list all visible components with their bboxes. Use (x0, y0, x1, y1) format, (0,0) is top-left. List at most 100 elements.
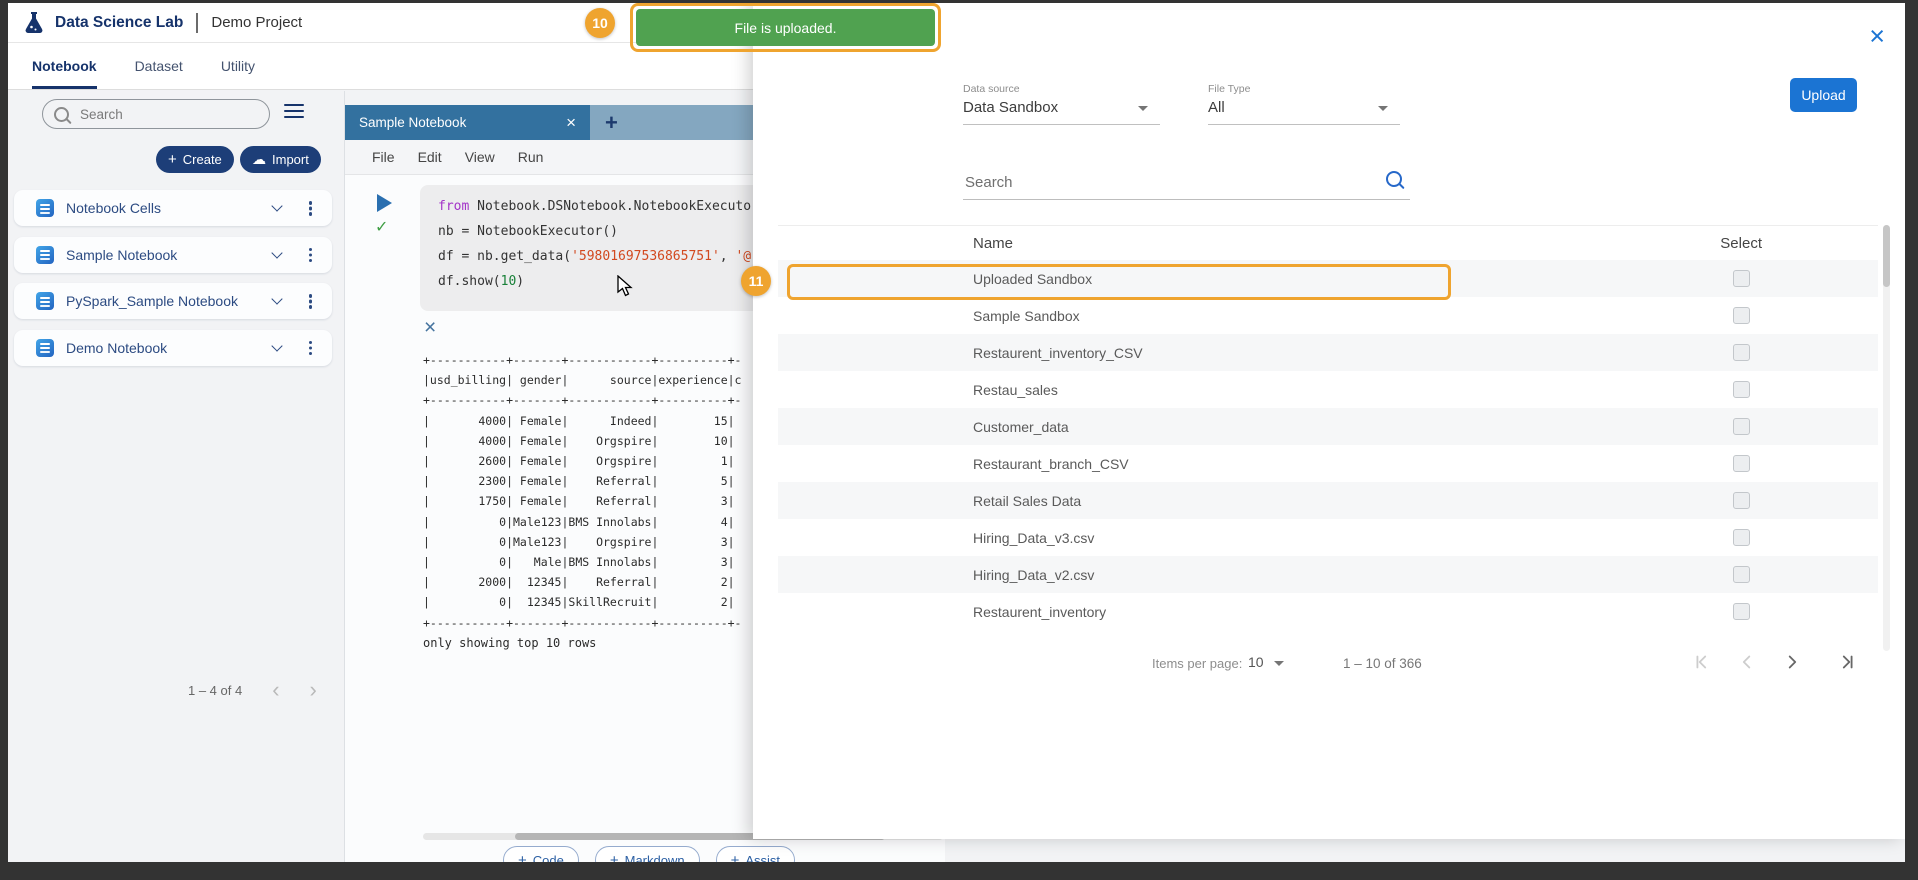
add-cell-button-label: Assist (745, 853, 780, 863)
code-line: nb = NotebookExecutor() (438, 219, 751, 244)
table-row[interactable]: Retail Sales Data (778, 482, 1878, 519)
nav-tab[interactable]: Notebook (32, 43, 97, 89)
file-name: Restaurent_inventory_CSV (973, 345, 1733, 361)
notebook-list-item[interactable]: Notebook Cells (14, 190, 332, 226)
plus-icon: + (610, 853, 619, 863)
table-row[interactable]: Hiring_Data_v3.csv (778, 519, 1878, 556)
row-checkbox[interactable] (1733, 270, 1750, 287)
table-row[interactable]: Hiring_Data_v2.csv (778, 556, 1878, 593)
notebook-item-label: Sample Notebook (66, 247, 273, 263)
table-row[interactable]: Restaurant_branch_CSV (778, 445, 1878, 482)
add-tab-icon[interactable]: + (605, 112, 618, 134)
add-cell-button[interactable]: +Code (503, 846, 579, 862)
select-column-header: Select (1720, 235, 1762, 252)
run-cell-icon[interactable] (377, 194, 392, 212)
table-row[interactable]: Customer_data (778, 408, 1878, 445)
file-type-select[interactable]: File Type All (1208, 83, 1400, 125)
notebook-icon (36, 199, 54, 217)
close-panel-icon[interactable]: × (1869, 23, 1885, 50)
first-page-icon[interactable] (1691, 651, 1715, 675)
mouse-cursor (617, 275, 635, 299)
output-line: +-----------+-------+------------+------… (423, 613, 742, 633)
sidebar-search-input[interactable] (78, 106, 258, 123)
prev-page-icon[interactable] (1736, 651, 1760, 675)
next-page-icon[interactable] (1781, 651, 1805, 675)
chevron-down-icon (1138, 106, 1148, 111)
code-line: df = nb.get_data('59801697536865751', '@ (438, 244, 751, 269)
add-cell-buttons: +Code+Markdown+Assist (503, 846, 795, 862)
menu-toggle-icon[interactable] (284, 104, 304, 122)
close-output-icon[interactable]: × (424, 317, 436, 338)
chevron-down-icon[interactable] (271, 340, 282, 351)
notebook-item-label: Demo Notebook (66, 340, 273, 356)
items-per-page-select[interactable]: 10 (1248, 654, 1284, 670)
menu-item[interactable]: Edit (418, 149, 442, 165)
chevron-down-icon[interactable] (271, 200, 282, 211)
cell-output-text: +-----------+-------+------------+------… (423, 350, 742, 633)
sidebar-search[interactable] (42, 99, 270, 129)
nav-tab[interactable]: Utility (221, 43, 255, 89)
file-browser-panel: × Upload Data source Data Sandbox File T… (753, 3, 1905, 839)
name-column-header: Name (973, 235, 1013, 252)
output-line: |usd_billing| gender| source|experience|… (423, 370, 742, 390)
row-checkbox[interactable] (1733, 307, 1750, 324)
vertical-scrollbar (1883, 225, 1890, 651)
data-source-select[interactable]: Data source Data Sandbox (963, 83, 1160, 125)
row-checkbox[interactable] (1733, 381, 1750, 398)
paginator: Items per page: 10 1 – 10 of 366 (753, 643, 1905, 683)
notebook-list-item[interactable]: Sample Notebook (14, 237, 332, 273)
row-checkbox[interactable] (1733, 492, 1750, 509)
notebook-tab[interactable]: Sample Notebook × (345, 105, 590, 140)
kebab-menu-icon[interactable] (309, 341, 313, 345)
table-row[interactable]: Sample Sandbox (778, 297, 1878, 334)
import-button[interactable]: ☁Import (240, 146, 321, 173)
next-page-icon[interactable]: › (310, 679, 317, 701)
step-badge-10: 10 (585, 8, 615, 38)
table-row[interactable]: Restau_sales (778, 371, 1878, 408)
cell-success-icon: ✓ (375, 217, 388, 236)
notebook-item-label: PySpark_Sample Notebook (66, 293, 273, 309)
last-page-icon[interactable] (1836, 651, 1860, 675)
kebab-menu-icon[interactable] (309, 294, 313, 298)
add-cell-button[interactable]: +Markdown (595, 846, 700, 862)
menu-item[interactable]: Run (518, 149, 544, 165)
table-row[interactable]: Restaurent_inventory (778, 593, 1878, 630)
file-search-input[interactable] (963, 173, 1367, 192)
chevron-down-icon[interactable] (271, 247, 282, 258)
kebab-menu-icon[interactable] (309, 248, 313, 252)
upload-button[interactable]: Upload (1790, 78, 1857, 112)
close-tab-icon[interactable]: × (566, 114, 576, 131)
plus-icon: + (518, 853, 527, 863)
notebook-list-item[interactable]: Demo Notebook (14, 330, 332, 366)
add-cell-button[interactable]: +Assist (716, 846, 795, 862)
search-icon (1386, 171, 1402, 187)
row-checkbox[interactable] (1733, 603, 1750, 620)
nav-tab-label: Dataset (135, 58, 183, 74)
row-checkbox[interactable] (1733, 529, 1750, 546)
notebook-list-item[interactable]: PySpark_Sample Notebook (14, 283, 332, 319)
output-line: | 2600| Female| Orgspire| 1| (423, 451, 742, 471)
create-button[interactable]: +Create (156, 146, 234, 173)
scrollbar-thumb[interactable] (1883, 225, 1890, 287)
paginator-range: 1 – 10 of 366 (1343, 656, 1422, 671)
file-name: Restaurent_inventory (973, 604, 1733, 620)
output-line: +-----------+-------+------------+------… (423, 390, 742, 410)
menu-item[interactable]: File (372, 149, 395, 165)
chevron-down-icon[interactable] (271, 293, 282, 304)
search-icon (54, 107, 69, 122)
app-window: Data Science Lab Demo Project NotebookDa… (8, 3, 1905, 862)
table-row[interactable]: Restaurent_inventory_CSV (778, 334, 1878, 371)
file-table-rows: Uploaded Sandbox Sample Sandbox Restaure… (778, 260, 1878, 630)
row-checkbox[interactable] (1733, 455, 1750, 472)
row-checkbox[interactable] (1733, 566, 1750, 583)
file-name: Retail Sales Data (973, 493, 1733, 509)
row-checkbox[interactable] (1733, 418, 1750, 435)
kebab-menu-icon[interactable] (309, 201, 313, 205)
code-line: df.show(10) (438, 269, 751, 294)
menu-item[interactable]: View (465, 149, 495, 165)
row-checkbox[interactable] (1733, 344, 1750, 361)
cloud-upload-icon: ☁ (252, 153, 266, 167)
prev-page-icon[interactable]: ‹ (272, 679, 279, 701)
code-line: from Notebook.DSNotebook.NotebookExecuto (438, 194, 751, 219)
nav-tab[interactable]: Dataset (135, 43, 183, 89)
